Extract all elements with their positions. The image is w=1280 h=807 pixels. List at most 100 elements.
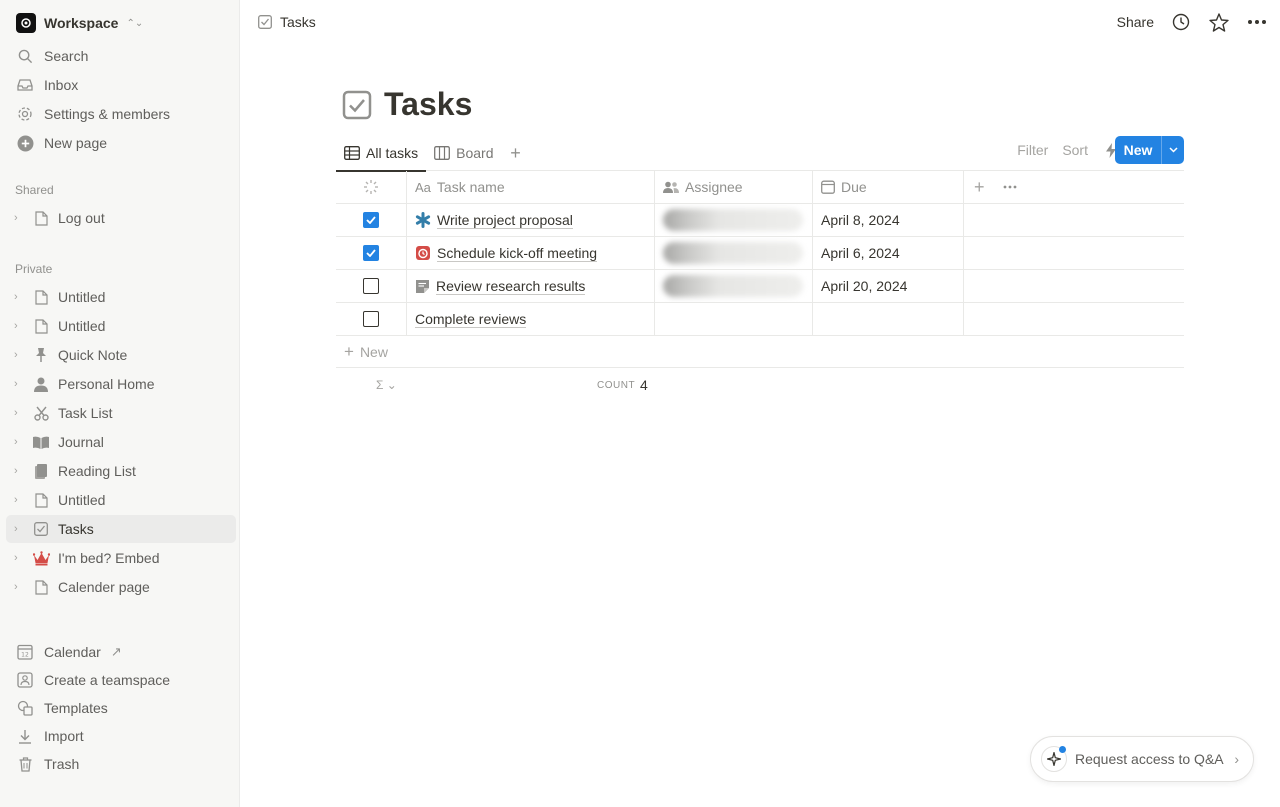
page-icon [32,317,50,335]
star-icon[interactable] [1208,11,1230,33]
table-row[interactable]: Write project proposal April 8, 2024 [336,204,1184,237]
sidebar-page-quick-note[interactable]: › Quick Note [6,341,236,369]
history-clock-icon[interactable] [1170,11,1192,33]
sidebar-create-teamspace[interactable]: Create a teamspace [6,666,234,694]
page-icon [32,491,50,509]
chevron-right-icon[interactable]: › [14,320,26,332]
header-status-cell[interactable] [336,171,407,203]
status-cell[interactable] [336,270,407,302]
chevron-right-icon[interactable]: › [14,465,26,477]
header-assignee[interactable]: Assignee [655,171,813,203]
nav-inbox[interactable]: Inbox [6,71,234,99]
tab-board[interactable]: Board [426,136,501,171]
table-row[interactable]: Complete reviews [336,303,1184,336]
due-cell[interactable]: April 8, 2024 [813,204,964,236]
nav-search[interactable]: Search [6,42,234,70]
new-button[interactable]: New [1115,136,1184,164]
nav-new-page[interactable]: New page [6,129,234,157]
table-row[interactable]: Schedule kick-off meeting April 6, 2024 [336,237,1184,270]
chevron-right-icon[interactable]: › [14,378,26,390]
task-name[interactable]: Schedule kick-off meeting [437,245,598,262]
count-label[interactable]: COUNT [597,380,635,391]
sidebar-import[interactable]: Import [6,722,234,750]
chevron-right-icon[interactable]: › [14,494,26,506]
share-button[interactable]: Share [1117,14,1154,30]
nav-label: Inbox [44,77,79,93]
task-name-cell[interactable]: Complete reviews [407,303,655,335]
sidebar-page-reading-list[interactable]: › Reading List [6,457,236,485]
chevron-right-icon[interactable]: › [14,212,26,224]
due-cell[interactable]: April 20, 2024 [813,270,964,302]
notification-dot [1059,746,1066,753]
filter-button[interactable]: Filter [1017,142,1048,158]
add-view-icon[interactable]: + [503,141,527,165]
nav-settings[interactable]: Settings & members [6,100,234,128]
sidebar-page-tasks[interactable]: › Tasks [6,515,236,543]
sidebar-page-log-out[interactable]: › Log out [6,204,236,232]
sidebar-templates[interactable]: Templates [6,694,234,722]
checkbox-icon [32,520,50,538]
due-cell[interactable] [813,303,964,335]
table-header: Aa Task name Assignee Due + [336,171,1184,204]
task-name-cell[interactable]: Write project proposal [407,204,655,236]
task-name-cell[interactable]: Schedule kick-off meeting [407,237,655,269]
crown-icon [32,549,50,567]
sort-button[interactable]: Sort [1062,142,1088,158]
page-label: Untitled [58,492,106,508]
table-row[interactable]: Review research results April 20, 2024 [336,270,1184,303]
chevron-right-icon[interactable]: › [14,407,26,419]
chevron-right-icon[interactable]: › [14,552,26,564]
sidebar-trash[interactable]: Trash [6,750,234,778]
checkbox-checked[interactable] [363,245,379,261]
task-name[interactable]: Review research results [436,278,586,295]
checkbox-unchecked[interactable] [363,278,379,294]
chevron-right-icon[interactable]: › [14,349,26,361]
more-icon[interactable] [1246,11,1268,33]
svg-text:12: 12 [21,652,29,659]
sidebar-page-untitled[interactable]: › Untitled [6,312,236,340]
checkbox-unchecked[interactable] [363,311,379,327]
chevron-right-icon: › [1234,751,1239,767]
add-row-button[interactable]: + New [336,336,1184,368]
assignee-cell[interactable] [655,204,813,236]
sidebar-page-task-list[interactable]: › Task List [6,399,236,427]
task-name-cell[interactable]: Review research results [407,270,655,302]
task-name[interactable]: Complete reviews [415,311,527,328]
sidebar-page-journal[interactable]: › Journal [6,428,236,456]
status-cell[interactable] [336,303,407,335]
assignee-cell[interactable] [655,270,813,302]
chevron-right-icon[interactable]: › [14,436,26,448]
workspace-switcher[interactable]: Workspace ⌃⌄ [10,8,149,38]
sigma-icon[interactable]: Σ ⌄ [376,378,397,392]
status-cell[interactable] [336,237,407,269]
task-name[interactable]: Write project proposal [437,212,573,229]
sidebar-page-untitled[interactable]: › Untitled [6,283,236,311]
chevron-right-icon[interactable]: › [14,291,26,303]
chevron-down-icon[interactable] [1162,147,1184,153]
page-title[interactable]: Tasks [384,86,472,123]
chevron-right-icon[interactable]: › [14,581,26,593]
sidebar-page-embed[interactable]: › I'm bed? Embed [6,544,236,572]
more-icon[interactable] [1003,185,1017,189]
tab-all-tasks[interactable]: All tasks [336,136,427,172]
header-task-name[interactable]: Aa Task name [407,171,655,203]
blurred-assignee [663,275,803,297]
checkbox-icon[interactable] [342,90,372,120]
sidebar-page-calender-page[interactable]: › Calender page [6,573,236,601]
chevron-right-icon[interactable]: › [14,523,26,535]
note-icon [415,279,430,294]
sidebar-page-untitled[interactable]: › Untitled [6,486,236,514]
checkbox-checked[interactable] [363,212,379,228]
sidebar-calendar[interactable]: 12 Calendar ↗ [6,638,234,666]
bottom-label: Templates [44,700,108,716]
add-property-icon[interactable]: + [974,177,985,198]
sidebar-page-personal-home[interactable]: › Personal Home [6,370,236,398]
count-value: 4 [640,377,648,393]
assignee-cell[interactable] [655,237,813,269]
status-cell[interactable] [336,204,407,236]
breadcrumb[interactable]: Tasks [258,10,316,34]
header-due[interactable]: Due [813,171,964,203]
request-qa-button[interactable]: Request access to Q&A › [1030,736,1254,782]
assignee-cell[interactable] [655,303,813,335]
due-cell[interactable]: April 6, 2024 [813,237,964,269]
